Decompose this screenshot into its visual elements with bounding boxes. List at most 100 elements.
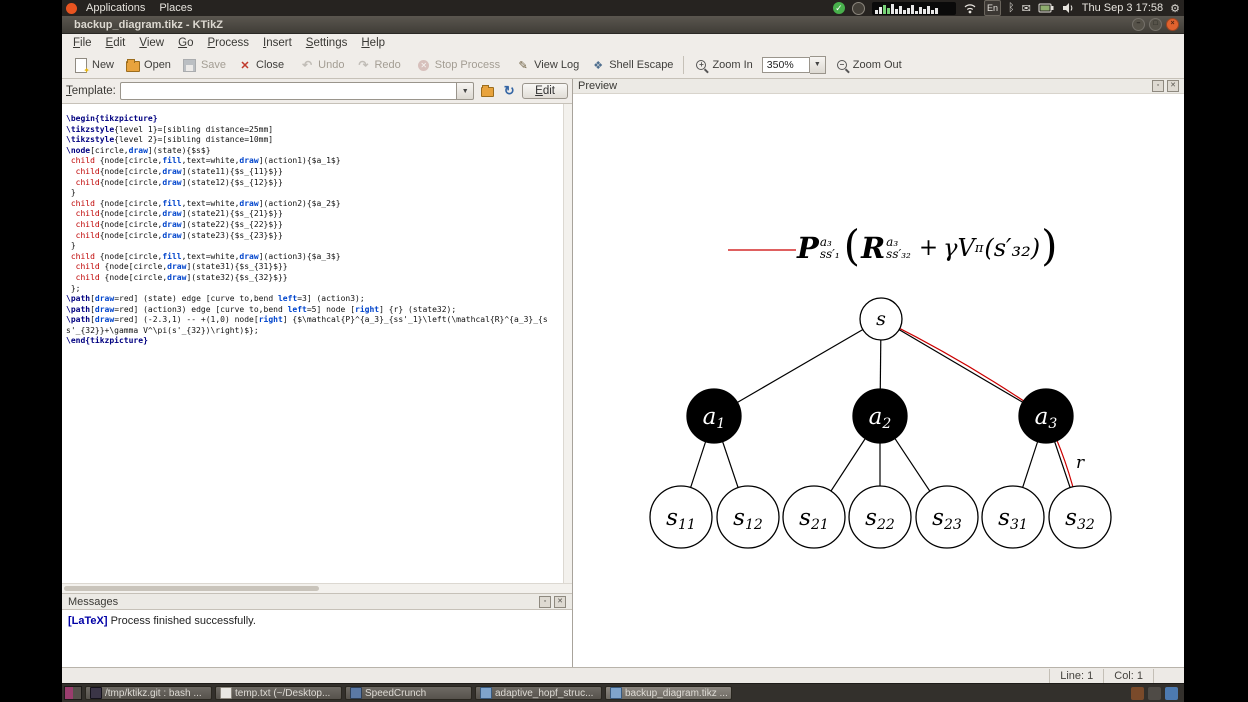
- distributor-logo-icon[interactable]: [66, 2, 77, 14]
- template-combobox-value[interactable]: [119, 82, 458, 100]
- audio-spectrum-applet[interactable]: [871, 1, 956, 15]
- undo-button[interactable]: ↶ Undo: [294, 56, 350, 74]
- code-line[interactable]: \path[draw=red] (state) edge [curve to,b…: [66, 294, 562, 305]
- code-line[interactable]: child{node[circle,draw](state23){$s_{23}…: [66, 231, 562, 242]
- scrollbar-thumb[interactable]: [64, 586, 319, 591]
- menu-view[interactable]: View: [132, 36, 171, 50]
- workspace-switcher[interactable]: [64, 686, 82, 700]
- new-button[interactable]: New: [68, 56, 120, 75]
- taskbar-tray-icon[interactable]: [1165, 686, 1178, 700]
- menu-file[interactable]: File: [66, 36, 99, 50]
- wifi-icon[interactable]: [963, 1, 977, 15]
- close-preview-icon[interactable]: ✕: [1167, 80, 1179, 92]
- view-log-button[interactable]: ✎ View Log: [510, 56, 585, 74]
- code-line[interactable]: child{node[circle,draw](state22){$s_{22}…: [66, 220, 562, 231]
- taskbar-tray-icon[interactable]: [1131, 686, 1144, 700]
- open-folder-icon: [126, 58, 141, 72]
- code-line[interactable]: child {node[circle,draw](state31){$s_{31…: [66, 262, 562, 273]
- session-gear-icon[interactable]: ⚙: [1170, 1, 1180, 15]
- menu-insert[interactable]: Insert: [256, 36, 299, 50]
- preview-canvas[interactable]: s a1 a2 a3 s11 s12 s21 s22 s23 s31 s32 r P a₃ ss′₁ (…: [573, 94, 1184, 667]
- bluetooth-icon[interactable]: ᛒ: [1008, 1, 1015, 15]
- places-menu[interactable]: Places: [154, 0, 197, 16]
- taskbar-item[interactable]: backup_diagram.tikz ...: [605, 686, 732, 700]
- time-tracker-icon[interactable]: [851, 1, 865, 15]
- code-line[interactable]: \node[circle,draw](state){$s$}: [66, 146, 562, 157]
- preview-pane: Preview ▫ ✕ s a1 a2 a3 s11 s12 s21 s22 s23 s31 s32…: [572, 79, 1184, 667]
- code-line[interactable]: \path[draw=red] (action3) edge [curve to…: [66, 305, 562, 316]
- close-file-button[interactable]: ✕ Close: [232, 56, 290, 74]
- preview-title: Preview: [578, 80, 618, 92]
- redo-button[interactable]: ↷ Redo: [350, 56, 406, 74]
- zoom-in-button[interactable]: + Zoom In: [688, 56, 758, 74]
- formula-P: P: [797, 231, 819, 265]
- zoom-out-button[interactable]: − Zoom Out: [829, 56, 908, 74]
- volume-icon[interactable]: [1061, 1, 1075, 15]
- template-combobox[interactable]: ▼: [119, 82, 475, 100]
- zoom-level-combobox[interactable]: 350% ▼: [761, 56, 826, 74]
- mail-icon[interactable]: ✉: [1022, 1, 1031, 15]
- code-line[interactable]: }: [66, 188, 562, 199]
- titlebar[interactable]: backup_diagram.tikz - KTikZ – □ ×: [62, 16, 1184, 34]
- taskbar-item[interactable]: temp.txt (~/Desktop...: [215, 686, 342, 700]
- taskbar-item[interactable]: SpeedCrunch: [345, 686, 472, 700]
- shell-escape-icon: ❖: [593, 59, 604, 72]
- save-button[interactable]: Save: [177, 56, 232, 74]
- menu-settings[interactable]: Settings: [299, 36, 355, 50]
- menu-process[interactable]: Process: [200, 36, 256, 50]
- code-line[interactable]: \tikzstyle{level 1}=[sibling distance=25…: [66, 125, 562, 136]
- stop-icon: ✕: [417, 58, 431, 72]
- code-line[interactable]: child {node[circle,fill,text=white,draw]…: [66, 252, 562, 263]
- taskbar-tray-icon[interactable]: [1148, 686, 1161, 700]
- resize-grip[interactable]: [1153, 668, 1184, 683]
- zoom-level-value[interactable]: 350%: [761, 57, 810, 73]
- editor-horizontal-scrollbar[interactable]: [62, 583, 572, 593]
- maximize-button[interactable]: □: [1149, 18, 1162, 31]
- code-line[interactable]: child {node[circle,draw](state32){$s_{32…: [66, 273, 562, 284]
- shell-escape-button[interactable]: ❖ Shell Escape: [585, 56, 679, 74]
- code-line[interactable]: child {node[circle,fill,text=white,draw]…: [66, 199, 562, 210]
- template-dropdown-arrow-icon[interactable]: ▼: [457, 82, 475, 100]
- code-line[interactable]: child{node[circle,draw](state11){$s_{11}…: [66, 167, 562, 178]
- menu-edit[interactable]: Edit: [99, 36, 133, 50]
- code-line[interactable]: child{node[circle,draw](state21){$s_{21}…: [66, 209, 562, 220]
- code-line[interactable]: \path[draw=red] (-2.3,1) -- +(1,0) node[…: [66, 315, 562, 336]
- template-edit-button[interactable]: Edit: [522, 83, 568, 99]
- close-button[interactable]: ×: [1166, 18, 1179, 31]
- minimize-button[interactable]: –: [1132, 18, 1145, 31]
- save-icon: [183, 58, 197, 72]
- code-line[interactable]: }: [66, 241, 562, 252]
- battery-icon[interactable]: [1038, 1, 1054, 15]
- code-editor[interactable]: \begin{tikzpicture} \tikzstyle{level 1}=[…: [62, 104, 572, 583]
- update-ok-icon[interactable]: ✓: [832, 2, 845, 14]
- menu-go[interactable]: Go: [171, 36, 200, 50]
- keyboard-layout-indicator[interactable]: En: [983, 0, 1001, 16]
- template-label: Template:: [66, 85, 116, 97]
- clock[interactable]: Thu Sep 3 17:58: [1082, 2, 1163, 14]
- detach-dock-icon[interactable]: ▫: [539, 595, 551, 608]
- messages-log[interactable]: [LaTeX] Process finished successfully.: [62, 610, 572, 667]
- editor-code[interactable]: \begin{tikzpicture} \tikzstyle{level 1}=[…: [62, 104, 564, 583]
- template-reload-button[interactable]: ↻: [500, 82, 518, 100]
- code-line[interactable]: };: [66, 284, 562, 295]
- code-line[interactable]: child {node[circle,fill,text=white,draw]…: [66, 156, 562, 167]
- editor-vertical-scrollbar[interactable]: [563, 104, 572, 583]
- template-browse-button[interactable]: [478, 82, 496, 100]
- detach-preview-icon[interactable]: ▫: [1152, 80, 1164, 92]
- close-dock-icon[interactable]: ✕: [554, 595, 566, 608]
- code-line[interactable]: child{node[circle,draw](state12){$s_{12}…: [66, 178, 562, 189]
- applications-menu[interactable]: Applications: [81, 0, 150, 16]
- formula-R: R: [861, 231, 886, 265]
- code-line[interactable]: \end{tikzpicture}: [66, 336, 562, 347]
- stop-process-button[interactable]: ✕ Stop Process: [411, 56, 506, 74]
- code-line[interactable]: \begin{tikzpicture}: [66, 114, 562, 125]
- open-button[interactable]: Open: [120, 56, 177, 74]
- menu-help[interactable]: Help: [354, 36, 392, 50]
- preview-formula: P a₃ ss′₁ ( R a₃ ss′₃₂ + γV π (s′₃₂) ): [797, 221, 1058, 270]
- statusbar: Line: 1 Col: 1: [62, 667, 1184, 683]
- taskbar-item[interactable]: /tmp/ktikz.git : bash ...: [85, 686, 212, 700]
- panel-menus: Applications Places: [62, 0, 197, 16]
- taskbar-item[interactable]: adaptive_hopf_struc...: [475, 686, 602, 700]
- code-line[interactable]: \tikzstyle{level 2}=[sibling distance=10…: [66, 135, 562, 146]
- zoom-dropdown-arrow-icon[interactable]: ▼: [809, 56, 826, 74]
